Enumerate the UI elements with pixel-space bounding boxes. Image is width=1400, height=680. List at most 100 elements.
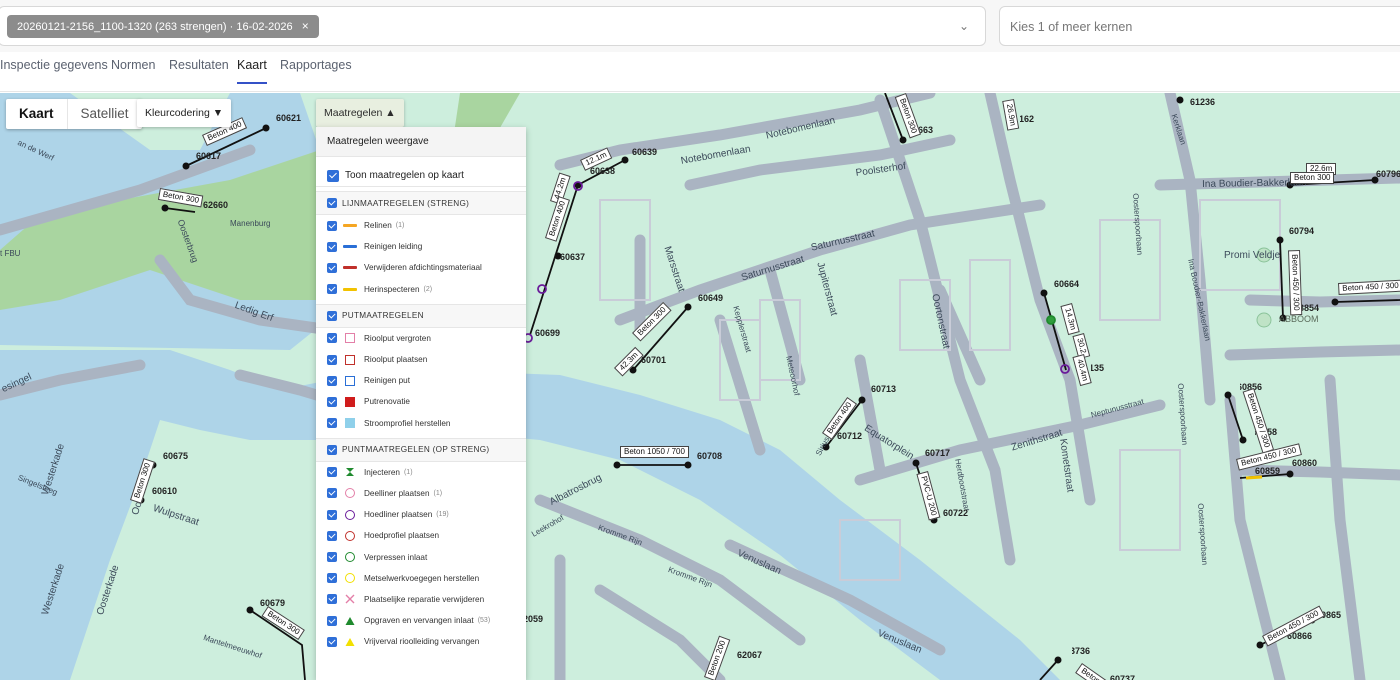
section-header[interactable]: PUTMAATREGELEN (316, 303, 526, 328)
inspection-select[interactable]: 20260121-2156_1100-1320 (263 strengen) ·… (0, 6, 986, 46)
toon-maatregelen-checkbox[interactable] (327, 169, 339, 182)
maatregel-label: Reinigen leiding (364, 242, 423, 252)
square-outline-icon (343, 331, 357, 345)
tab-inspectie-gegevens[interactable]: Inspectie gegevens (0, 58, 108, 84)
kern-select[interactable]: Kies 1 of meer kernen (999, 6, 1400, 46)
maatregel-checkbox[interactable] (327, 396, 337, 407)
circle-icon (343, 571, 357, 585)
maatregel-option[interactable]: Vrijverval rioolleiding vervangen (316, 631, 526, 652)
maatregel-checkbox[interactable] (327, 530, 337, 541)
node-label: 60610 (152, 486, 178, 496)
maatregel-option[interactable]: Rioolput plaatsen (316, 349, 526, 370)
section-header[interactable]: PUNTMAATREGELEN (OP STRENG) (316, 437, 526, 462)
maatregel-option[interactable]: Injecteren (1) (316, 462, 526, 483)
node-label: 60796 (1376, 169, 1400, 179)
node-label: 62059 (525, 614, 543, 624)
maatregel-option[interactable]: Reinigen put (316, 370, 526, 391)
maatregel-checkbox[interactable] (327, 220, 337, 231)
triangle-icon (343, 635, 357, 649)
maatregel-checkbox[interactable] (327, 636, 337, 647)
maatregel-checkbox[interactable] (327, 333, 337, 344)
node-label: 60712 (837, 431, 863, 441)
maatregel-checkbox[interactable] (327, 488, 337, 499)
chevron-down-icon[interactable]: ⌄ (955, 17, 973, 35)
maatregel-checkbox[interactable] (327, 552, 337, 563)
section-checkbox[interactable] (327, 198, 337, 208)
maatregel-option[interactable]: Verpressen inlaat (316, 546, 526, 567)
maatregel-option[interactable]: Verwijderen afdichtingsmateriaal (316, 257, 526, 278)
tab-rapportages[interactable]: Rapportages (280, 58, 352, 84)
node-label: 63736 (1072, 646, 1090, 656)
street-label: t FBU (0, 249, 21, 258)
maatregel-option[interactable]: Deelliner plaatsen (1) (316, 483, 526, 504)
maatregel-option[interactable]: Rioolput vergroten (316, 328, 526, 349)
maatregel-label: Stroomprofiel herstellen (364, 418, 451, 428)
maatregel-option[interactable]: Relinen (1) (316, 215, 526, 236)
maatregel-option[interactable]: Reinigen leiding (316, 236, 526, 257)
node-label: 60859 (1255, 466, 1281, 476)
maatregel-checkbox[interactable] (327, 375, 337, 386)
kleurcodering-dropdown[interactable]: Kleurcodering ▼ (137, 99, 232, 127)
maatregel-label: Opgraven en vervangen inlaat (364, 616, 474, 626)
maatregel-checkbox[interactable] (327, 615, 337, 626)
maatregel-option[interactable]: Stroomprofiel herstellen (316, 413, 526, 434)
tab-kaart[interactable]: Kaart (237, 58, 267, 84)
maatregel-label: Verpressen inlaat (364, 552, 428, 562)
chip-label: 20260121-2156_1100-1320 (263 strengen) ·… (17, 21, 293, 33)
map-type-satelliet-button[interactable]: Satelliet (68, 99, 142, 129)
section-title: LIJNMAATREGELEN (STRENG) (342, 198, 470, 208)
section-header[interactable]: LIJNMAATREGELEN (STRENG) (316, 191, 526, 215)
maatregel-label: Relinen (364, 221, 392, 231)
node-label: 60699 (535, 328, 561, 338)
maatregel-checkbox[interactable] (327, 467, 337, 478)
maatregel-label: Plaatselijke reparatie verwijderen (364, 594, 485, 604)
section-checkbox[interactable] (327, 310, 337, 321)
maatregel-option[interactable]: Herinspecteren (2) (316, 279, 526, 300)
square-outline-icon (343, 353, 357, 367)
toon-maatregelen-row[interactable]: Toon maatregelen op kaart (316, 157, 526, 187)
maatregel-option[interactable]: Hoedprofiel plaatsen (316, 525, 526, 546)
maatregel-option[interactable]: Hoedliner plaatsen (19) (316, 504, 526, 525)
maatregel-checkbox[interactable] (327, 594, 337, 605)
maatregel-checkbox[interactable] (327, 573, 337, 584)
map-canvas[interactable]: Notebomenlaan Notebomenlaan Saturnusstra… (0, 93, 1400, 680)
maatregel-label: Hoedliner plaatsen (364, 510, 433, 520)
map-type-kaart-button[interactable]: Kaart (6, 99, 68, 129)
tab-normen[interactable]: Normen (111, 58, 155, 84)
maatregelen-dropdown[interactable]: Maatregelen ▲ (316, 99, 404, 127)
street-label: Manenburg (230, 219, 271, 228)
node-label: 60717 (925, 448, 951, 458)
maatregel-checkbox[interactable] (327, 241, 337, 252)
node-label: 62660 (203, 200, 229, 210)
node-label: 60679 (260, 598, 286, 608)
maatregel-checkbox[interactable] (327, 262, 337, 273)
maatregel-option[interactable]: Plaatselijke reparatie verwijderen (316, 589, 526, 610)
tab-resultaten[interactable]: Resultaten (169, 58, 229, 84)
maatregel-option[interactable]: Opgraven en vervangen inlaat (53) (316, 610, 526, 631)
herinspecteren-segment (1245, 475, 1263, 480)
node-label: 60617 (196, 151, 222, 161)
close-icon[interactable]: × (302, 19, 309, 33)
line-icon (343, 240, 357, 254)
maatregel-checkbox[interactable] (327, 284, 337, 295)
maatregel-label: Rioolput plaatsen (364, 355, 428, 365)
maatregel-checkbox[interactable] (327, 509, 337, 520)
maatregel-checkbox[interactable] (327, 354, 337, 365)
section-title: PUTMAATREGELEN (342, 311, 424, 321)
node-label: 60860 (1292, 458, 1318, 468)
section-checkbox[interactable] (327, 444, 337, 455)
selected-inspection-chip: 20260121-2156_1100-1320 (263 strengen) ·… (7, 15, 319, 38)
line-icon (343, 261, 357, 275)
maatregel-option[interactable]: Metselwerkvoegegen herstellen (316, 568, 526, 589)
maatregel-checkbox[interactable] (327, 418, 337, 429)
triangle-icon (343, 614, 357, 628)
maatregel-label: Vrijverval rioolleiding vervangen (364, 637, 480, 647)
maatregel-count: (1) (403, 468, 413, 476)
maatregel-count: (19) (436, 511, 449, 519)
maatregel-option[interactable]: Putrenovatie (316, 391, 526, 412)
maatregel-label: Reinigen put (364, 376, 410, 386)
node-label: 60621 (276, 113, 302, 123)
maatregel-label: Verwijderen afdichtingsmateriaal (364, 263, 482, 273)
line-icon (343, 219, 357, 233)
maatregelen-panel: Maatregelen weergave Toon maatregelen op… (316, 127, 526, 680)
